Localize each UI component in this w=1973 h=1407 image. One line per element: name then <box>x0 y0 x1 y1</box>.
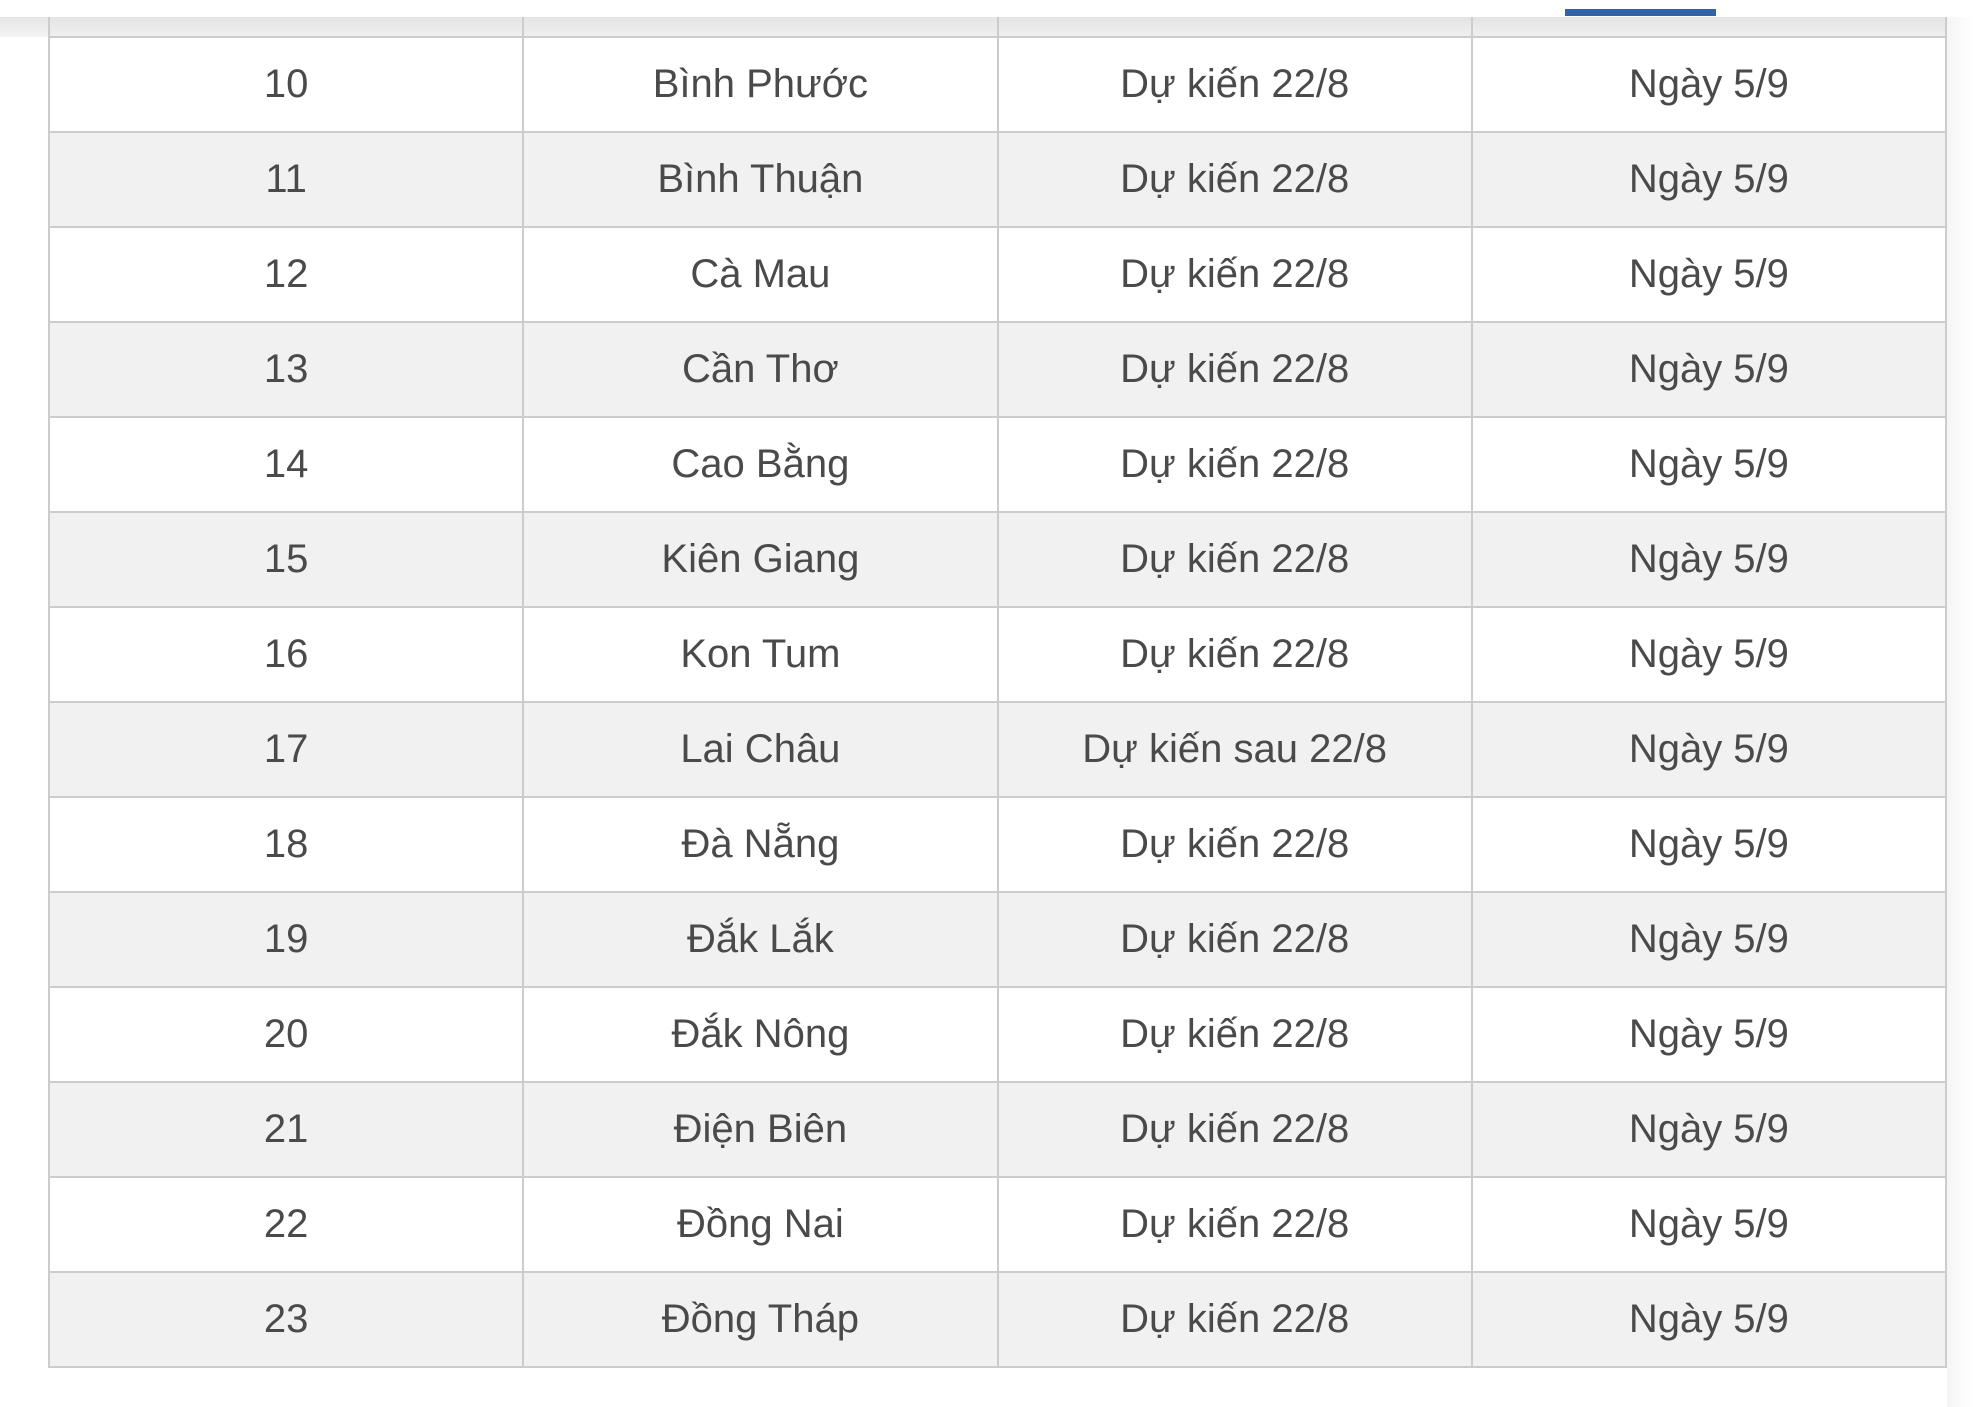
active-tab-indicator <box>1565 9 1716 16</box>
table-row: 20 Đắk Nông Dự kiến 22/8 Ngày 5/9 <box>47 987 1948 1083</box>
row-number-cell: 19 <box>47 892 525 988</box>
row-number-cell: 16 <box>47 607 525 703</box>
expected-date-cell: Dự kiến 22/8 <box>996 227 1473 323</box>
date-cell: Ngày 5/9 <box>1470 417 1948 513</box>
table-row: 12 Cà Mau Dự kiến 22/8 Ngày 5/9 <box>47 227 1948 323</box>
table-row: 14 Cao Bằng Dự kiến 22/8 Ngày 5/9 <box>47 417 1948 513</box>
province-cell: Cao Bằng <box>522 417 999 513</box>
date-cell: Ngày 5/9 <box>1470 1082 1948 1178</box>
date-cell: Ngày 5/9 <box>1470 1272 1948 1368</box>
row-number-cell: 10 <box>47 38 525 133</box>
expected-date-cell: Dự kiến 22/8 <box>996 417 1473 513</box>
table-header-strip <box>48 17 1947 38</box>
row-number-cell: 23 <box>47 1272 525 1368</box>
date-cell: Ngày 5/9 <box>1470 512 1948 608</box>
schedule-table: 10 Bình Phước Dự kiến 22/8 Ngày 5/9 11 Bình T… <box>47 38 1948 1368</box>
province-cell: Bình Phước <box>522 38 999 133</box>
table-row: 21 Điện Biên Dự kiến 22/8 Ngày 5/9 <box>47 1082 1948 1178</box>
province-cell: Đắk Lắk <box>522 892 999 988</box>
table-row: 19 Đắk Lắk Dự kiến 22/8 Ngày 5/9 <box>47 892 1948 988</box>
province-cell: Đồng Nai <box>522 1177 999 1273</box>
expected-date-cell: Dự kiến 22/8 <box>996 322 1473 418</box>
expected-date-cell: Dự kiến 22/8 <box>996 38 1473 133</box>
province-cell: Điện Biên <box>522 1082 999 1178</box>
header-cell <box>999 17 1473 36</box>
province-cell: Lai Châu <box>522 702 999 798</box>
row-number-cell: 15 <box>47 512 525 608</box>
date-cell: Ngày 5/9 <box>1470 1177 1948 1273</box>
row-number-cell: 18 <box>47 797 525 893</box>
row-number-cell: 21 <box>47 1082 525 1178</box>
row-number-cell: 14 <box>47 417 525 513</box>
header-cell <box>1473 17 1947 36</box>
row-number-cell: 11 <box>47 132 525 228</box>
province-cell: Đà Nẵng <box>522 797 999 893</box>
date-cell: Ngày 5/9 <box>1470 797 1948 893</box>
expected-date-cell: Dự kiến 22/8 <box>996 987 1473 1083</box>
table-row: 16 Kon Tum Dự kiến 22/8 Ngày 5/9 <box>47 607 1948 703</box>
row-number-cell: 20 <box>47 987 525 1083</box>
schedule-table-container: 10 Bình Phước Dự kiến 22/8 Ngày 5/9 11 Bình T… <box>47 17 1948 1368</box>
expected-date-cell: Dự kiến 22/8 <box>996 1177 1473 1273</box>
expected-date-cell: Dự kiến sau 22/8 <box>996 702 1473 798</box>
date-cell: Ngày 5/9 <box>1470 702 1948 798</box>
date-cell: Ngày 5/9 <box>1470 227 1948 323</box>
province-cell: Cần Thơ <box>522 322 999 418</box>
expected-date-cell: Dự kiến 22/8 <box>996 512 1473 608</box>
row-number-cell: 13 <box>47 322 525 418</box>
expected-date-cell: Dự kiến 22/8 <box>996 1272 1473 1368</box>
table-row: 11 Bình Thuận Dự kiến 22/8 Ngày 5/9 <box>47 132 1948 228</box>
province-cell: Đồng Tháp <box>522 1272 999 1368</box>
table-row: 17 Lai Châu Dự kiến sau 22/8 Ngày 5/9 <box>47 702 1948 798</box>
table-body: 10 Bình Phước Dự kiến 22/8 Ngày 5/9 11 Bình T… <box>47 38 1948 1368</box>
right-gutter <box>1947 17 1973 1407</box>
table-row: 13 Cần Thơ Dự kiến 22/8 Ngày 5/9 <box>47 322 1948 418</box>
date-cell: Ngày 5/9 <box>1470 132 1948 228</box>
province-cell: Cà Mau <box>522 227 999 323</box>
row-number-cell: 17 <box>47 702 525 798</box>
table-row: 18 Đà Nẵng Dự kiến 22/8 Ngày 5/9 <box>47 797 1948 893</box>
header-cell <box>50 17 525 36</box>
date-cell: Ngày 5/9 <box>1470 38 1948 133</box>
row-number-cell: 22 <box>47 1177 525 1273</box>
province-cell: Bình Thuận <box>522 132 999 228</box>
expected-date-cell: Dự kiến 22/8 <box>996 1082 1473 1178</box>
table-row: 10 Bình Phước Dự kiến 22/8 Ngày 5/9 <box>47 38 1948 133</box>
date-cell: Ngày 5/9 <box>1470 892 1948 988</box>
row-number-cell: 12 <box>47 227 525 323</box>
expected-date-cell: Dự kiến 22/8 <box>996 892 1473 988</box>
province-cell: Kiên Giang <box>522 512 999 608</box>
header-cell <box>524 17 999 36</box>
date-cell: Ngày 5/9 <box>1470 607 1948 703</box>
expected-date-cell: Dự kiến 22/8 <box>996 607 1473 703</box>
expected-date-cell: Dự kiến 22/8 <box>996 797 1473 893</box>
expected-date-cell: Dự kiến 22/8 <box>996 132 1473 228</box>
page: 10 Bình Phước Dự kiến 22/8 Ngày 5/9 11 Bình T… <box>0 0 1973 1407</box>
table-row: 15 Kiên Giang Dự kiến 22/8 Ngày 5/9 <box>47 512 1948 608</box>
date-cell: Ngày 5/9 <box>1470 987 1948 1083</box>
table-row: 22 Đồng Nai Dự kiến 22/8 Ngày 5/9 <box>47 1177 1948 1273</box>
date-cell: Ngày 5/9 <box>1470 322 1948 418</box>
province-cell: Kon Tum <box>522 607 999 703</box>
province-cell: Đắk Nông <box>522 987 999 1083</box>
table-row: 23 Đồng Tháp Dự kiến 22/8 Ngày 5/9 <box>47 1272 1948 1368</box>
